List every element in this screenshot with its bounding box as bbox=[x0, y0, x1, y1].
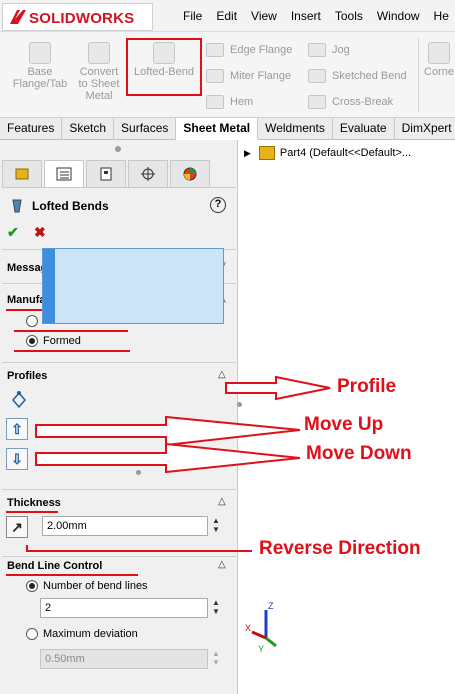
z-axis-label: Z bbox=[268, 601, 274, 611]
reverse-direction-annotation: Reverse Direction bbox=[259, 538, 421, 559]
move-down-annotation: Move Down bbox=[306, 443, 412, 464]
x-axis-label: X bbox=[245, 623, 251, 633]
profile-annotation: Profile bbox=[337, 376, 397, 397]
move-up-arrow bbox=[35, 415, 301, 447]
move-up-annotation: Move Up bbox=[304, 414, 384, 435]
annotation-arrows bbox=[35, 375, 331, 474]
axis-triad-icon: Z X Y bbox=[245, 601, 277, 654]
move-down-arrow bbox=[35, 442, 301, 474]
profile-arrow bbox=[225, 375, 331, 401]
y-axis-label: Y bbox=[258, 644, 264, 654]
